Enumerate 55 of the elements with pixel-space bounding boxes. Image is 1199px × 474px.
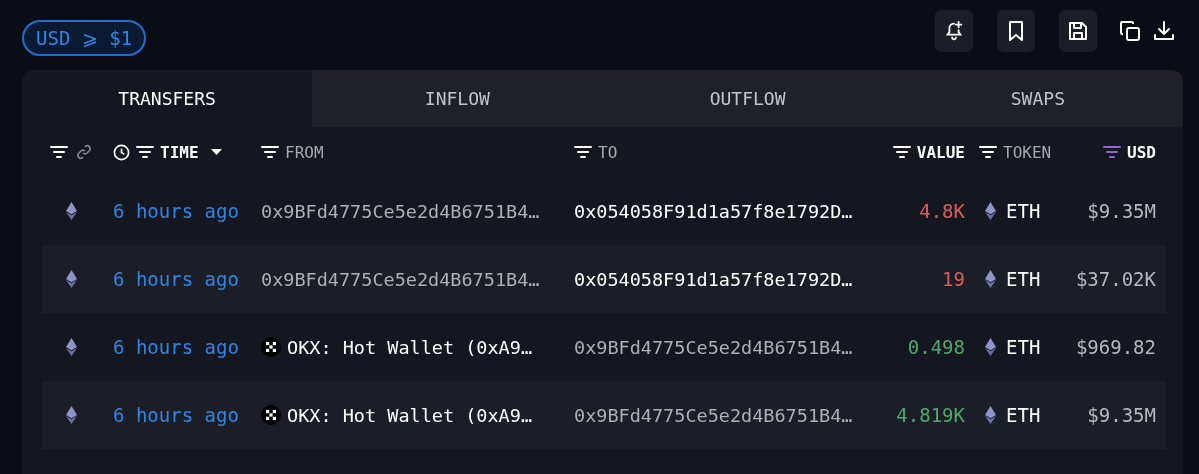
value-amount: 4.819K	[895, 404, 965, 426]
address-link[interactable]: 0x054058F91d1a57f8e1792D…	[574, 200, 853, 222]
column-header[interactable]: VALUE	[916, 142, 965, 162]
time-link[interactable]: 6 hours ago	[100, 268, 239, 290]
column-header[interactable]: TOKEN	[1003, 142, 1052, 162]
ethereum-icon	[985, 202, 996, 220]
link-icon[interactable]	[76, 144, 92, 160]
okx-logo-icon	[261, 337, 281, 357]
ethereum-icon	[985, 406, 996, 424]
add-alert-button[interactable]	[935, 10, 973, 52]
tab[interactable]: OUTFLOW	[602, 70, 893, 127]
ethereum-icon	[985, 270, 996, 288]
usd-amount: $37.02K	[1074, 268, 1157, 290]
bell-plus-icon	[943, 20, 965, 42]
entity-link[interactable]: OKX: Hot Wallet (0xA9…	[287, 336, 533, 358]
ethereum-icon	[65, 338, 77, 356]
address-link[interactable]: 0x9BFd4775Ce5e2d4B6751B4…	[261, 268, 540, 290]
entity-link[interactable]: OKX: Hot Wallet (0xA9…	[287, 404, 533, 426]
time-link[interactable]: 6 hours ago	[100, 200, 239, 222]
time-link[interactable]: 6 hours ago	[100, 404, 239, 426]
bookmark-button[interactable]	[997, 10, 1035, 52]
time-link[interactable]: 6 hours ago	[100, 336, 239, 358]
usd-filter-pill[interactable]: USD ⩾ $1	[22, 20, 147, 56]
download-icon[interactable]	[1153, 20, 1175, 42]
sort-caret-icon[interactable]	[210, 149, 222, 155]
copy-icon[interactable]	[1119, 20, 1141, 42]
address-link[interactable]: 0x9BFd4775Ce5e2d4B6751B4…	[574, 404, 853, 426]
ethereum-icon	[65, 270, 77, 288]
token-symbol: ETH	[1006, 336, 1041, 358]
column-header[interactable]: FROM	[285, 142, 324, 162]
ethereum-icon	[65, 202, 77, 220]
token-symbol: ETH	[1006, 404, 1041, 426]
token-symbol: ETH	[1006, 268, 1041, 290]
usd-amount: $9.35M	[1086, 200, 1157, 222]
column-header[interactable]: TIME	[160, 142, 199, 162]
value-amount: 4.8K	[918, 200, 965, 222]
usd-amount: $9.35M	[1086, 404, 1157, 426]
column-header[interactable]: USD	[1127, 142, 1156, 162]
column-header[interactable]: TO	[598, 142, 618, 162]
usd-amount: $969.82	[1074, 336, 1157, 358]
save-icon	[1067, 20, 1089, 42]
address-link[interactable]: 0x054058F91d1a57f8e1792D…	[574, 268, 853, 290]
value-amount: 19	[941, 268, 965, 290]
ethereum-icon	[65, 406, 77, 424]
bookmark-icon	[1006, 20, 1026, 42]
save-button[interactable]	[1059, 10, 1097, 52]
ethereum-icon	[985, 338, 996, 356]
clock-icon	[113, 143, 130, 161]
address-link[interactable]: 0x9BFd4775Ce5e2d4B6751B4…	[574, 336, 853, 358]
address-link[interactable]: 0x9BFd4775Ce5e2d4B6751B4…	[261, 200, 540, 222]
token-symbol: ETH	[1006, 200, 1041, 222]
tab[interactable]: SWAPS	[892, 70, 1183, 127]
value-amount: 0.498	[906, 336, 965, 358]
tab[interactable]: INFLOW	[312, 70, 603, 127]
okx-logo-icon	[261, 405, 281, 425]
